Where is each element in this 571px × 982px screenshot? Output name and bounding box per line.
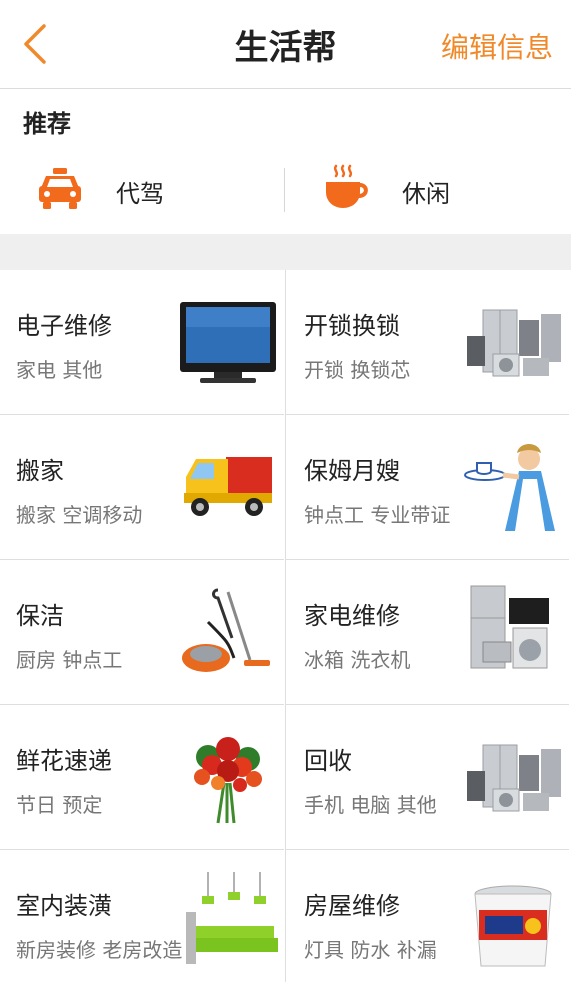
- service-sub: 开锁 换锁芯: [304, 358, 411, 382]
- service-sub: 家电 其他: [16, 358, 103, 382]
- service-sub: 节日 预定: [16, 793, 103, 817]
- service-name: 室内装潢: [16, 892, 112, 920]
- service-item-interior-decoration[interactable]: 室内装潢 新房装修 老房改造: [0, 850, 284, 982]
- service-sub: 冰箱 洗衣机: [304, 648, 411, 672]
- recommend-item-label: 休闲: [402, 180, 450, 208]
- appliances-icon: [467, 744, 561, 812]
- fridge-washer-icon: [470, 585, 549, 669]
- service-name: 电子维修: [16, 312, 112, 340]
- service-item-flower-delivery[interactable]: 鲜花速递 节日 预定: [0, 705, 284, 850]
- recommend-item-driver[interactable]: 代驾: [0, 150, 284, 232]
- service-sub: 钟点工 专业带证: [304, 503, 451, 527]
- service-sub: 新房装修 老房改造: [16, 938, 183, 962]
- service-item-appliance-repair[interactable]: 家电维修 冰箱 洗衣机: [285, 560, 569, 705]
- flower-bouquet-icon: [194, 737, 262, 824]
- service-item-cleaning[interactable]: 保洁 厨房 钟点工: [0, 560, 284, 705]
- recommend-divider: [284, 168, 285, 212]
- service-name: 回收: [304, 747, 352, 775]
- service-sub: 手机 电脑 其他: [304, 793, 437, 817]
- truck-icon: [184, 457, 272, 516]
- recommend-row: 代驾 休闲: [0, 150, 571, 232]
- service-item-moving[interactable]: 搬家 搬家 空调移动: [0, 415, 284, 560]
- service-item-electronics-repair[interactable]: 电子维修 家电 其他: [0, 270, 284, 415]
- service-name: 家电维修: [304, 602, 400, 630]
- tv-icon: [180, 302, 276, 383]
- service-name: 开锁换锁: [304, 312, 400, 340]
- recommend-item-leisure[interactable]: 休闲: [286, 150, 570, 232]
- recommend-heading: 推荐: [23, 110, 71, 138]
- service-item-lock[interactable]: 开锁换锁 开锁 换锁芯: [285, 270, 569, 415]
- edit-info-button[interactable]: 编辑信息: [441, 26, 553, 66]
- nav-bar: 生活帮 编辑信息: [0, 0, 571, 89]
- service-sub: 灯具 防水 补漏: [304, 938, 437, 962]
- service-name: 房屋维修: [304, 892, 400, 920]
- service-name: 鲜花速递: [16, 747, 112, 775]
- service-name: 搬家: [16, 457, 64, 485]
- recommend-item-label: 代驾: [116, 180, 164, 208]
- back-chevron-icon[interactable]: [18, 22, 54, 66]
- service-sub: 厨房 钟点工: [16, 648, 123, 672]
- section-gap: [0, 234, 571, 270]
- service-item-recycle[interactable]: 回收 手机 电脑 其他: [285, 705, 569, 850]
- coffee-cup-icon: [326, 164, 368, 208]
- taxi-icon: [39, 168, 81, 209]
- maid-icon: [464, 444, 555, 531]
- appliances-icon: [467, 309, 561, 377]
- service-name: 保姆月嫂: [304, 457, 400, 485]
- service-item-house-repair[interactable]: 房屋维修 灯具 防水 补漏: [285, 850, 569, 982]
- service-item-nanny[interactable]: 保姆月嫂 钟点工 专业带证: [285, 415, 569, 560]
- paint-bucket-icon: [474, 885, 552, 967]
- service-sub: 搬家 空调移动: [16, 503, 143, 527]
- service-name: 保洁: [16, 602, 64, 630]
- vacuum-icon: [182, 588, 270, 672]
- green-sofa-icon: [186, 872, 278, 964]
